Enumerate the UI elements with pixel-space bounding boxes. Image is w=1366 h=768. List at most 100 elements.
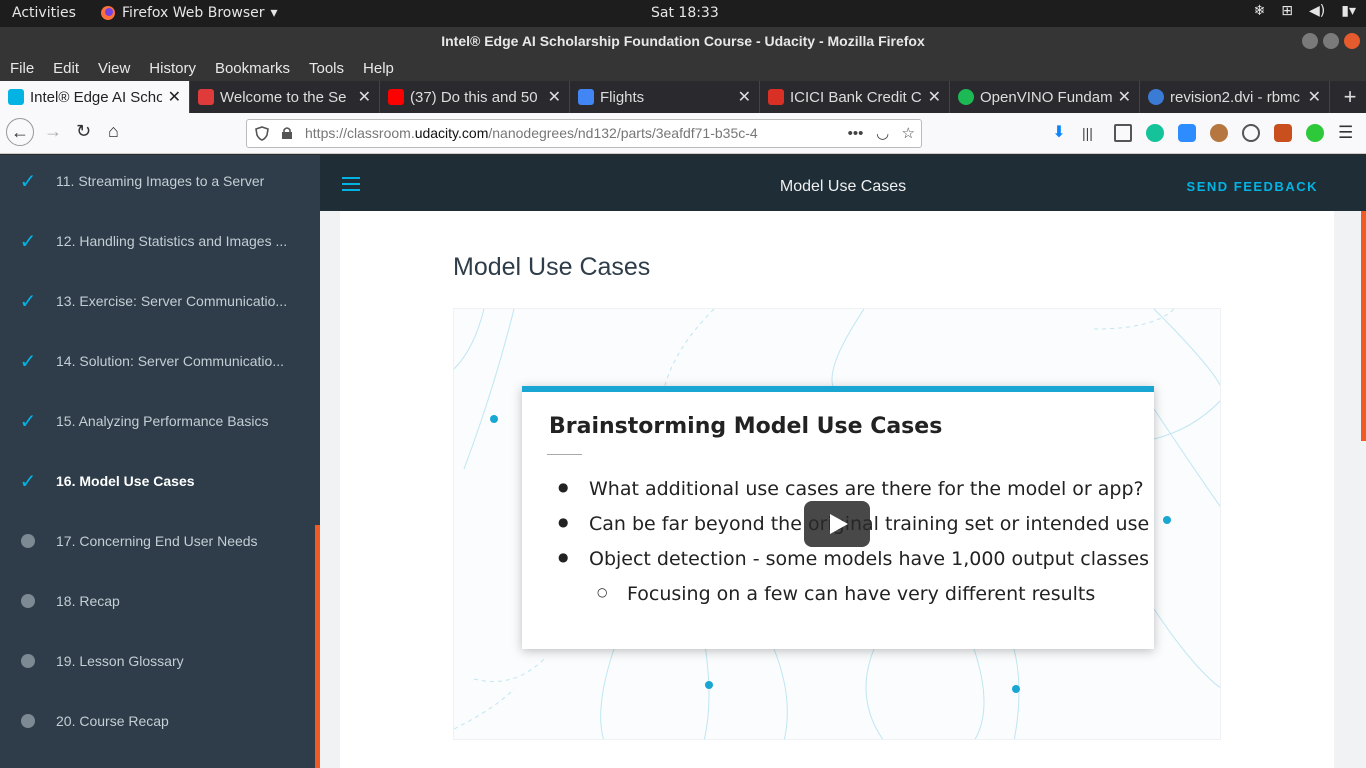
- sidebar-item-17[interactable]: 17. Concerning End User Needs: [0, 511, 310, 571]
- tab-bar: Intel® Edge AI Scho ✕ Welcome to the Se …: [0, 81, 1366, 113]
- play-button[interactable]: [804, 501, 870, 547]
- sidebar-item-14[interactable]: ✓ 14. Solution: Server Communicatio...: [0, 331, 310, 391]
- sidebar-item-label: 16. Model Use Cases: [56, 473, 195, 489]
- sidebar-icon[interactable]: [1114, 124, 1132, 142]
- tab-revision[interactable]: revision2.dvi - rbmc ✕: [1140, 81, 1330, 113]
- sidebar-item-20[interactable]: 20. Course Recap: [0, 691, 310, 751]
- window-title: Intel® Edge AI Scholarship Foundation Co…: [441, 33, 925, 49]
- network-icon: ⊞: [1281, 3, 1294, 19]
- firefox-icon: [101, 6, 115, 20]
- sidebar-item-label: 18. Recap: [56, 593, 120, 609]
- menu-history[interactable]: History: [149, 60, 196, 77]
- home-button[interactable]: ⌂: [108, 121, 119, 142]
- navigation-bar: ← → ↻ ⌂ https://classroom.udacity.com/na…: [0, 113, 1366, 154]
- hamburger-menu-icon[interactable]: ☰: [1338, 124, 1356, 142]
- check-icon: ✓: [19, 170, 37, 193]
- cookie-icon[interactable]: [1210, 124, 1228, 142]
- pocket-icon[interactable]: ◡: [876, 125, 889, 142]
- check-icon: ✓: [19, 290, 37, 313]
- url-domain: udacity.com: [414, 125, 489, 141]
- incomplete-dot-icon: [21, 654, 35, 668]
- download-icon[interactable]: ⬇: [1050, 124, 1068, 142]
- url-bar[interactable]: https://classroom.udacity.com/nanodegree…: [246, 119, 922, 148]
- tab-title: revision2.dvi - rbmc: [1170, 88, 1301, 106]
- close-tab-icon[interactable]: ✕: [928, 87, 941, 107]
- tab-flights[interactable]: Flights ✕: [570, 81, 760, 113]
- menu-view[interactable]: View: [98, 60, 130, 77]
- sidebar-item-18[interactable]: 18. Recap: [0, 571, 310, 631]
- tab-youtube[interactable]: (37) Do this and 50 ✕: [380, 81, 570, 113]
- close-tab-icon[interactable]: ✕: [358, 87, 371, 107]
- sidebar-item-11[interactable]: ✓ 11. Streaming Images to a Server: [0, 151, 310, 211]
- maximize-button[interactable]: [1323, 33, 1339, 49]
- menu-tools[interactable]: Tools: [309, 60, 344, 77]
- library-icon[interactable]: |||: [1082, 124, 1100, 142]
- sidebar-item-label: 15. Analyzing Performance Basics: [56, 413, 269, 429]
- menu-edit[interactable]: Edit: [53, 60, 79, 77]
- sidebar-item-label: 14. Solution: Server Communicatio...: [56, 353, 284, 369]
- minimize-button[interactable]: [1302, 33, 1318, 49]
- sidebar-item-label: 12. Handling Statistics and Images ...: [56, 233, 288, 249]
- gmail-icon: [768, 89, 784, 105]
- sidebar-item-16[interactable]: ✓ 16. Model Use Cases: [0, 451, 310, 511]
- tab-openvino[interactable]: OpenVINO Fundam ✕: [950, 81, 1140, 113]
- sidebar-item-13[interactable]: ✓ 13. Exercise: Server Communicatio...: [0, 271, 310, 331]
- tab-welcome[interactable]: Welcome to the Se ✕: [190, 81, 380, 113]
- toolbar-icons: ⬇ ||| ☰: [1050, 124, 1356, 142]
- volume-icon: ◀): [1309, 3, 1326, 19]
- close-tab-icon[interactable]: ✕: [1118, 87, 1131, 107]
- check-icon: ✓: [19, 230, 37, 253]
- sidebar-item-15[interactable]: ✓ 15. Analyzing Performance Basics: [0, 391, 310, 451]
- close-tab-icon[interactable]: ✕: [1308, 87, 1321, 107]
- gear-icon: [1148, 89, 1164, 105]
- sidebar-item-label: 19. Lesson Glossary: [56, 653, 184, 669]
- sidebar-item-12[interactable]: ✓ 12. Handling Statistics and Images ...: [0, 211, 310, 271]
- sidebar-item-19[interactable]: 19. Lesson Glossary: [0, 631, 310, 691]
- tab-title: Welcome to the Se: [220, 88, 347, 106]
- url-actions: ••• ◡ ☆: [839, 120, 915, 147]
- menu-bar: File Edit View History Bookmarks Tools H…: [0, 55, 1366, 81]
- close-tab-icon[interactable]: ✕: [738, 87, 751, 107]
- close-button[interactable]: [1344, 33, 1360, 49]
- tab-icici[interactable]: ICICI Bank Credit Ca ✕: [760, 81, 950, 113]
- page-title: Model Use Cases: [453, 253, 651, 281]
- youtube-icon: [388, 89, 404, 105]
- tab-title: ICICI Bank Credit Ca: [790, 88, 922, 106]
- tab-title: (37) Do this and 50: [410, 88, 538, 106]
- bookmark-star-icon[interactable]: ☆: [902, 125, 915, 142]
- app-menu[interactable]: Firefox Web Browser ▾: [100, 5, 278, 21]
- menu-bookmarks[interactable]: Bookmarks: [215, 60, 290, 77]
- google-icon: [578, 89, 594, 105]
- grammarly-icon[interactable]: [1146, 124, 1164, 142]
- video-player[interactable]: Brainstorming Model Use Cases What addit…: [453, 308, 1221, 740]
- forward-button[interactable]: →: [44, 121, 62, 142]
- lock-icon[interactable]: [281, 126, 293, 140]
- menu-help[interactable]: Help: [363, 60, 394, 77]
- clock[interactable]: Sat 18:33: [651, 5, 719, 21]
- back-button[interactable]: ←: [6, 118, 34, 146]
- account-icon[interactable]: [1242, 124, 1260, 142]
- tab-udacity[interactable]: Intel® Edge AI Scho ✕: [0, 81, 190, 113]
- content-header: Model Use Cases SEND FEEDBACK: [320, 155, 1366, 211]
- activities-button[interactable]: Activities: [12, 5, 76, 21]
- shield-icon[interactable]: [255, 126, 269, 141]
- incomplete-dot-icon: [21, 594, 35, 608]
- bullet-item: Object detection - some models have 1,00…: [522, 548, 1149, 583]
- extension-icon[interactable]: [1274, 124, 1292, 142]
- adblock-icon[interactable]: [1306, 124, 1324, 142]
- tab-title: Flights: [600, 88, 645, 106]
- zoom-icon[interactable]: [1178, 124, 1196, 142]
- chevron-down-icon: ▾: [270, 5, 278, 21]
- system-tray[interactable]: ❄ ⊞ ◀) ▮▾: [1254, 3, 1356, 19]
- incomplete-dot-icon: [21, 714, 35, 728]
- lesson-page: Model Use Cases Brainstorming Model Use …: [340, 211, 1334, 768]
- app-name: Firefox Web Browser: [122, 5, 265, 21]
- reload-button[interactable]: ↻: [76, 121, 91, 142]
- send-feedback-link[interactable]: SEND FEEDBACK: [1187, 179, 1318, 194]
- close-tab-icon[interactable]: ✕: [548, 87, 561, 107]
- close-tab-icon[interactable]: ✕: [168, 87, 181, 107]
- menu-file[interactable]: File: [10, 60, 34, 77]
- new-tab-button[interactable]: +: [1334, 81, 1366, 113]
- content-scrollbar[interactable]: [1361, 211, 1366, 441]
- page-actions-icon[interactable]: •••: [848, 125, 864, 142]
